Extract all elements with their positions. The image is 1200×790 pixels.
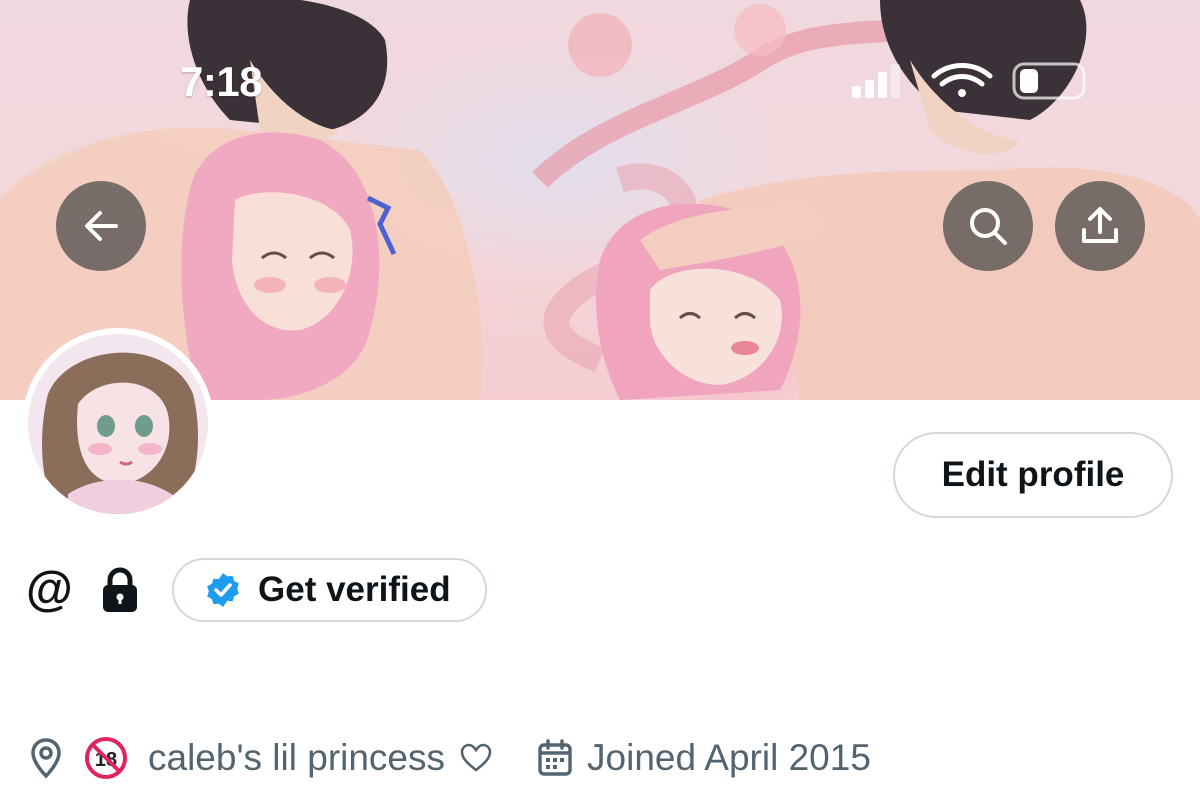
avatar-image [28, 334, 208, 514]
status-bar-time: 7:18 [180, 58, 263, 105]
get-verified-button[interactable]: Get verified [172, 558, 487, 622]
battery-icon [1012, 62, 1086, 100]
heart-icon [459, 743, 493, 773]
search-button[interactable] [943, 181, 1033, 271]
lock-icon [103, 567, 137, 612]
joined-date-text: Joined April 2015 [587, 737, 871, 778]
profile-banner[interactable]: 7:18 [0, 0, 1200, 400]
search-icon [970, 208, 1007, 245]
location-pin-icon [30, 737, 62, 779]
no-under-18-icon: 18 [84, 736, 128, 780]
get-verified-label: Get verified [258, 570, 451, 609]
profile-avatar[interactable] [22, 328, 214, 520]
share-icon [1082, 207, 1118, 243]
location-text: caleb's lil princess [148, 737, 446, 778]
calendar-icon [537, 739, 573, 777]
status-bar-icons [852, 62, 1086, 100]
profile-meta-row: 18 caleb's lil princess Joined April 201… [30, 728, 871, 788]
share-button[interactable] [1055, 181, 1145, 271]
wifi-icon [931, 63, 993, 97]
cellular-signal-icon [852, 64, 900, 98]
handle-text: @ [26, 563, 73, 616]
arrow-left-icon [85, 211, 118, 241]
back-button[interactable] [56, 181, 146, 271]
handle-row: @ Get verified [26, 556, 487, 624]
verified-badge-icon [207, 573, 239, 607]
edit-profile-button[interactable]: Edit profile [893, 432, 1173, 518]
